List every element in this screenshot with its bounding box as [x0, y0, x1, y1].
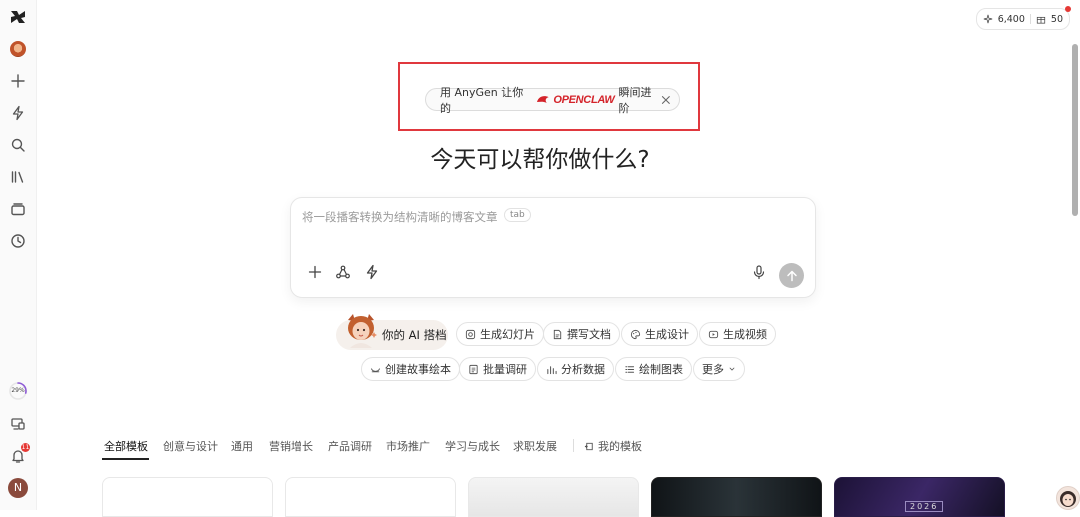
chart-label: 绘制图表	[639, 363, 683, 376]
plus-icon	[11, 74, 25, 88]
new-chat-button[interactable]	[6, 69, 30, 93]
sidebar: 29% 11 N	[0, 0, 37, 510]
quick-action-button[interactable]	[6, 101, 30, 125]
story-chip[interactable]: 创建故事绘本	[361, 357, 460, 381]
sparkle-icon	[983, 14, 992, 24]
chart-chip[interactable]: 绘制图表	[615, 357, 692, 381]
promo-prefix: 用 AnyGen 让你的	[440, 85, 524, 115]
story-label: 创建故事绘本	[385, 363, 451, 376]
design-chip[interactable]: 生成设计	[621, 322, 698, 346]
arrow-up-icon	[786, 270, 797, 281]
prompt-input-box[interactable]: 将一段播客转换为结构清晰的博客文章 tab	[290, 197, 816, 298]
workspace-avatar[interactable]	[10, 41, 26, 57]
credits-divider	[1029, 14, 1031, 24]
connector-button[interactable]	[335, 264, 353, 282]
clock-icon	[11, 234, 25, 248]
promo-banner[interactable]: 用 AnyGen 让你的 OPENCLAW 瞬间进阶	[425, 86, 680, 115]
chevron-down-icon	[729, 367, 735, 371]
wave-icon	[370, 367, 381, 372]
page-title: 今天可以帮你做什么?	[430, 147, 650, 173]
page-scrollbar[interactable]	[1072, 44, 1078, 216]
progress-label: 29%	[11, 387, 25, 394]
slides-chip[interactable]: 生成幻灯片	[456, 322, 544, 346]
video-label: 生成视频	[723, 328, 767, 341]
tab-learning-growth[interactable]: 学习与成长	[445, 438, 500, 454]
attach-button[interactable]	[307, 264, 325, 282]
projects-button[interactable]	[6, 197, 30, 221]
video-icon	[708, 330, 719, 338]
ai-partner-avatar-icon	[348, 314, 377, 348]
credits-widget[interactable]: 6,400 50	[975, 6, 1071, 30]
doc-chip[interactable]: 撰写文档	[543, 322, 620, 346]
claw-logo-icon	[536, 95, 549, 103]
device-button[interactable]	[6, 412, 30, 436]
tab-general[interactable]: 通用	[231, 438, 253, 454]
tab-product-research[interactable]: 产品调研	[328, 438, 372, 454]
more-chip[interactable]: 更多	[693, 357, 745, 381]
usage-progress[interactable]: 29%	[8, 381, 28, 401]
tab-all-templates[interactable]: 全部模板	[104, 438, 148, 454]
analysis-chip[interactable]: 分析数据	[537, 357, 614, 381]
analysis-label: 分析数据	[561, 363, 605, 376]
briefcase-icon	[11, 203, 25, 216]
promo-suffix: 瞬间进阶	[618, 85, 652, 115]
template-card[interactable]: 2026	[834, 477, 1005, 517]
tab-career[interactable]: 求职发展	[513, 438, 557, 454]
active-tab-indicator	[102, 458, 149, 460]
bolt-icon	[366, 264, 378, 280]
credits-alert-dot	[1065, 6, 1071, 12]
tab-market-promotion[interactable]: 市场推广	[386, 438, 430, 454]
ai-partner-label: 你的 AI 搭档	[382, 328, 447, 342]
card-year-label: 2026	[905, 501, 944, 512]
slides-icon	[465, 329, 476, 339]
tab-marketing-growth[interactable]: 营销增长	[269, 438, 313, 454]
send-button[interactable]	[779, 263, 804, 288]
tab-hint-badge: tab	[504, 208, 531, 222]
list-icon	[625, 365, 635, 373]
history-button[interactable]	[6, 229, 30, 253]
assistant-helper-icon[interactable]	[1056, 486, 1080, 510]
research-label: 批量调研	[483, 363, 527, 376]
quick-mode-button[interactable]	[364, 264, 382, 282]
nodes-icon	[336, 265, 350, 279]
tab-creative-design[interactable]: 创意与设计	[163, 438, 218, 454]
notification-badge: 11	[21, 443, 30, 452]
template-card[interactable]	[285, 477, 456, 517]
document-icon	[553, 329, 562, 339]
palette-icon	[630, 329, 641, 339]
tabs-divider	[573, 439, 574, 452]
video-chip[interactable]: 生成视频	[699, 322, 776, 346]
slides-label: 生成幻灯片	[480, 328, 535, 341]
prompt-placeholder[interactable]: 将一段播客转换为结构清晰的博客文章	[302, 209, 498, 225]
doc-label: 撰写文档	[567, 328, 611, 341]
template-card[interactable]	[102, 477, 273, 517]
points-count: 6,400	[997, 13, 1025, 25]
bolt-icon	[12, 105, 24, 121]
research-chip[interactable]: 批量调研	[459, 357, 536, 381]
ai-partner-chip[interactable]: 你的 AI 搭档	[336, 314, 448, 350]
devices-icon	[11, 418, 25, 430]
bar-chart-icon	[547, 365, 557, 374]
user-avatar[interactable]: N	[8, 478, 28, 498]
promo-brand: OPENCLAW	[553, 93, 615, 106]
template-add-icon	[584, 442, 593, 450]
close-icon[interactable]	[661, 95, 671, 105]
voice-input-button[interactable]	[751, 264, 769, 282]
my-templates-label: 我的模板	[598, 440, 642, 453]
microphone-icon	[753, 265, 765, 280]
template-card[interactable]	[651, 477, 822, 517]
list-doc-icon	[469, 364, 478, 374]
template-card[interactable]	[468, 477, 639, 517]
tab-my-templates[interactable]: 我的模板	[584, 438, 642, 454]
gift-icon	[1036, 16, 1046, 24]
design-label: 生成设计	[645, 328, 689, 341]
anygen-logo-icon[interactable]	[10, 9, 26, 25]
plus-icon	[308, 265, 322, 279]
gift-count: 50	[1050, 13, 1063, 25]
more-label: 更多	[702, 363, 724, 376]
